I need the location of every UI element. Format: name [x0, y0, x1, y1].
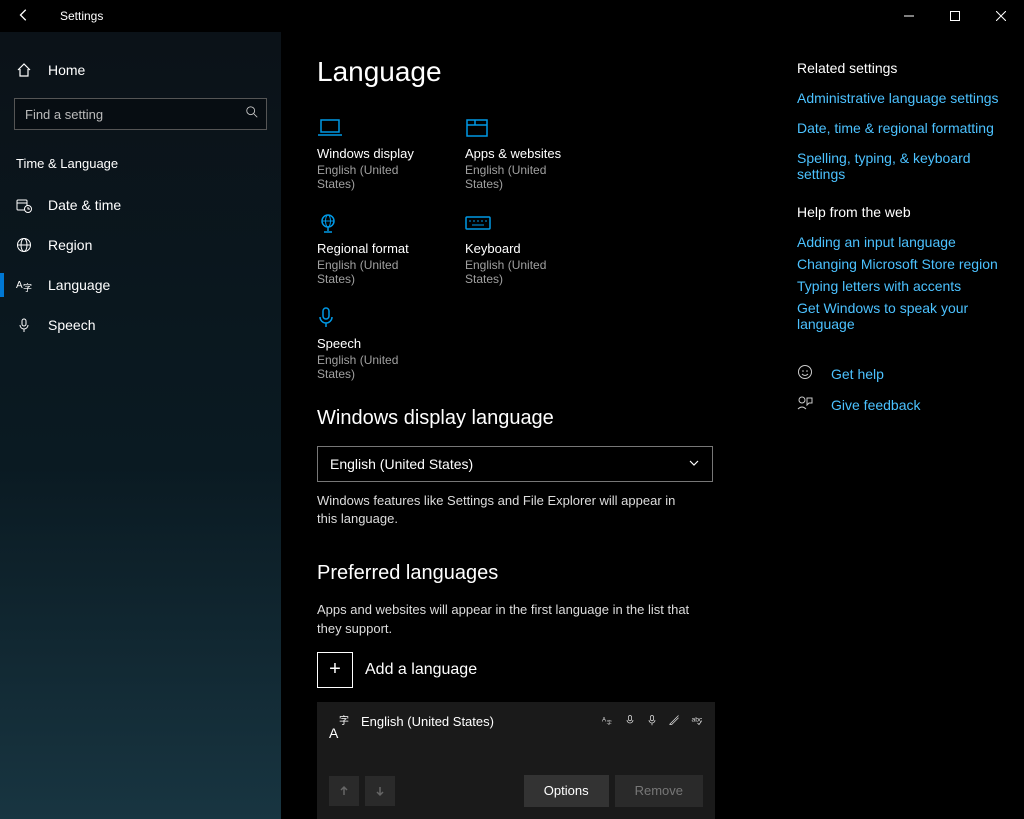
- link-add-input-language[interactable]: Adding an input language: [797, 234, 1000, 250]
- maximize-button[interactable]: [932, 0, 978, 32]
- home-icon: [16, 62, 32, 78]
- sidebar-item-region[interactable]: Region: [0, 225, 281, 265]
- laptop-icon: [317, 116, 437, 140]
- search-input[interactable]: [14, 98, 267, 130]
- window-title: Settings: [60, 9, 103, 23]
- globe-stand-icon: [317, 211, 437, 235]
- related-settings-header: Related settings: [797, 60, 1000, 76]
- get-help-row[interactable]: Get help: [797, 364, 1000, 383]
- dropdown-value: English (United States): [330, 456, 473, 472]
- give-feedback-row[interactable]: Give feedback: [797, 395, 1000, 414]
- close-icon: [996, 11, 1006, 21]
- link-date-time-formatting[interactable]: Date, time & regional formatting: [797, 120, 1000, 136]
- sidebar-item-date-time[interactable]: Date & time: [0, 185, 281, 225]
- move-up-button: [329, 776, 359, 806]
- tile-sub: English (United States): [465, 163, 585, 191]
- sidebar-item-speech[interactable]: Speech: [0, 305, 281, 345]
- sidebar-item-language[interactable]: A字 Language: [0, 265, 281, 305]
- sidebar-item-label: Language: [48, 277, 110, 293]
- preferred-languages-help: Apps and websites will appear in the fir…: [317, 601, 707, 637]
- sidebar-item-label: Region: [48, 237, 92, 253]
- close-button[interactable]: [978, 0, 1024, 32]
- language-feature-icons: A字 abc: [601, 714, 703, 729]
- tile-label: Apps & websites: [465, 146, 585, 161]
- add-language-label: Add a language: [365, 661, 477, 679]
- get-help-link: Get help: [831, 366, 884, 382]
- back-button[interactable]: [8, 8, 40, 25]
- maximize-icon: [950, 11, 960, 21]
- tile-keyboard[interactable]: Keyboard English (United States): [465, 211, 585, 286]
- language-name: English (United States): [361, 714, 601, 729]
- overview-tiles: Windows display English (United States) …: [317, 116, 727, 381]
- display-language-header: Windows display language: [317, 407, 727, 430]
- svg-text:A: A: [329, 725, 339, 740]
- link-windows-speak[interactable]: Get Windows to speak your language: [797, 300, 1000, 332]
- add-language-button[interactable]: + Add a language: [317, 652, 727, 688]
- sidebar-item-label: Speech: [48, 317, 95, 333]
- tile-regional-format[interactable]: Regional format English (United States): [317, 211, 437, 286]
- help-web-header: Help from the web: [797, 204, 1000, 220]
- tile-label: Speech: [317, 336, 437, 351]
- microphone-icon: [317, 306, 437, 330]
- move-down-button: [365, 776, 395, 806]
- link-spelling-typing[interactable]: Spelling, typing, & keyboard settings: [797, 150, 1000, 182]
- sidebar-item-label: Date & time: [48, 197, 121, 213]
- handwriting-icon: [667, 714, 681, 729]
- tile-sub: English (United States): [465, 258, 585, 286]
- tile-label: Windows display: [317, 146, 437, 161]
- calendar-clock-icon: [16, 197, 32, 213]
- minimize-icon: [904, 11, 914, 21]
- app-window-icon: [465, 116, 585, 140]
- spell-check-icon: abc: [689, 714, 703, 729]
- display-language-help: Windows features like Settings and File …: [317, 492, 677, 528]
- plus-icon: +: [317, 652, 353, 688]
- tile-windows-display[interactable]: Windows display English (United States): [317, 116, 437, 191]
- options-button[interactable]: Options: [524, 775, 609, 807]
- language-card[interactable]: 字A English (United States) A字 abc: [317, 702, 715, 819]
- help-icon: [797, 364, 817, 383]
- home-label: Home: [48, 62, 85, 78]
- keyboard-icon: [465, 211, 585, 235]
- minimize-button[interactable]: [886, 0, 932, 32]
- sidebar: Home Time & Language Date & time Region …: [0, 32, 281, 819]
- link-typing-accents[interactable]: Typing letters with accents: [797, 278, 1000, 294]
- tile-sub: English (United States): [317, 163, 437, 191]
- svg-text:A: A: [16, 280, 23, 291]
- link-change-store-region[interactable]: Changing Microsoft Store region: [797, 256, 1000, 272]
- remove-button: Remove: [615, 775, 703, 807]
- globe-icon: [16, 237, 32, 253]
- feedback-icon: [797, 395, 817, 414]
- tile-apps-websites[interactable]: Apps & websites English (United States): [465, 116, 585, 191]
- language-icon: A字: [16, 277, 32, 293]
- preferred-languages-header: Preferred languages: [317, 562, 727, 585]
- titlebar: Settings: [0, 0, 1024, 32]
- microphone-icon: [16, 317, 32, 333]
- tile-label: Regional format: [317, 241, 437, 256]
- arrow-left-icon: [17, 8, 31, 22]
- text-to-speech-icon: [623, 714, 637, 729]
- chevron-down-icon: [688, 456, 700, 472]
- display-lang-icon: A字: [601, 714, 615, 729]
- speech-recognition-icon: [645, 714, 659, 729]
- svg-text:A: A: [602, 717, 606, 723]
- language-char-icon: 字A: [329, 714, 351, 745]
- svg-text:字: 字: [23, 282, 32, 293]
- link-admin-language[interactable]: Administrative language settings: [797, 90, 1000, 106]
- tile-sub: English (United States): [317, 353, 437, 381]
- home-nav[interactable]: Home: [0, 52, 281, 88]
- page-title: Language: [317, 56, 727, 88]
- tile-label: Keyboard: [465, 241, 585, 256]
- tile-sub: English (United States): [317, 258, 437, 286]
- display-language-dropdown[interactable]: English (United States): [317, 446, 713, 482]
- nav-header: Time & Language: [0, 148, 281, 185]
- tile-speech[interactable]: Speech English (United States): [317, 306, 437, 381]
- give-feedback-link: Give feedback: [831, 397, 921, 413]
